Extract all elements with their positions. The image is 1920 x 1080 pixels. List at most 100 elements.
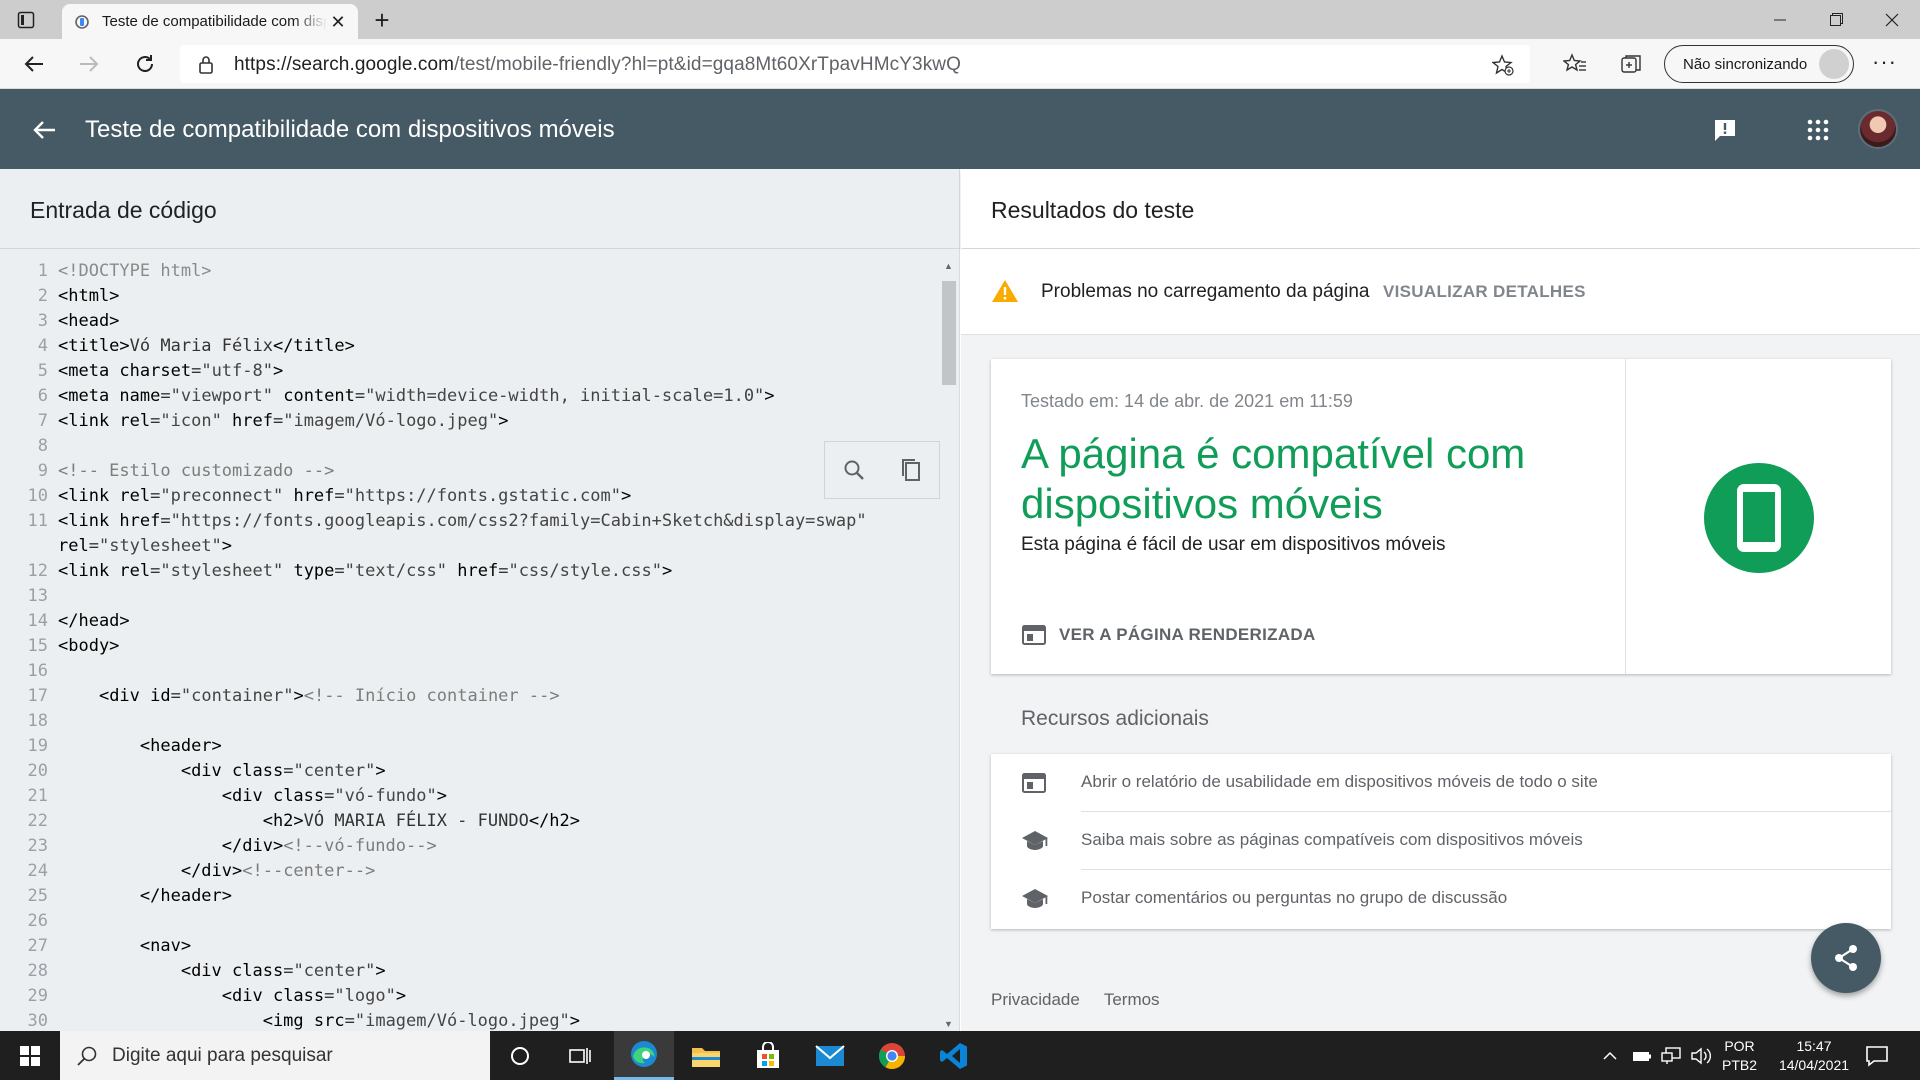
code-scrollbar[interactable]: ▲ ▼ [940, 259, 958, 1031]
copy-icon[interactable] [899, 457, 923, 483]
network-icon[interactable] [1660, 1031, 1682, 1080]
resource-item-discussion-group[interactable]: Postar comentários ou perguntas no grupo… [991, 870, 1891, 928]
input-language-indicator[interactable]: POR PTB2 [1722, 1037, 1757, 1075]
school-icon [1022, 831, 1048, 850]
add-favorite-icon[interactable] [1492, 54, 1514, 76]
edge-browser-icon[interactable] [614, 1031, 674, 1080]
code-token: class [272, 986, 325, 1006]
cortana-icon[interactable] [490, 1031, 550, 1080]
close-window-icon[interactable] [1864, 0, 1920, 39]
code-line: 16 [0, 659, 940, 684]
task-view-icon[interactable] [550, 1031, 610, 1080]
apps-grid-icon[interactable] [1803, 115, 1833, 145]
code-token: > [395, 986, 407, 1006]
restore-icon[interactable] [1808, 0, 1864, 39]
terms-link[interactable]: Termos [1104, 990, 1160, 1010]
view-details-link[interactable]: VISUALIZAR DETALHES [1383, 282, 1586, 302]
code-token: = [170, 686, 181, 706]
mail-icon[interactable] [800, 1031, 860, 1080]
code-token: > [221, 536, 233, 556]
tab-close-icon[interactable]: ✕ [328, 12, 348, 32]
share-button[interactable] [1811, 923, 1881, 993]
start-button[interactable] [0, 1031, 60, 1080]
battery-icon[interactable] [1632, 1031, 1652, 1080]
view-rendered-page-link[interactable]: VER A PÁGINA RENDERIZADA [1021, 624, 1316, 646]
line-number: 28 [27, 961, 48, 981]
code-pane-title: Entrada de código [30, 197, 217, 223]
taskbar-search[interactable]: Digite aqui para pesquisar [60, 1031, 490, 1080]
resource-label: Postar comentários ou perguntas no grupo… [1081, 888, 1508, 907]
code-toolbar [824, 441, 940, 499]
app-back-icon[interactable] [30, 115, 60, 145]
code-line: 25 </header> [0, 884, 940, 909]
code-line: 14 </head> [0, 609, 940, 634]
resource-item-learn-more[interactable]: Saiba mais sobre as páginas compatíveis … [991, 812, 1891, 870]
system-clock[interactable]: 15:47 14/04/2021 [1766, 1037, 1862, 1075]
line-number: 22 [27, 811, 48, 831]
notification-center-icon[interactable] [1864, 1043, 1890, 1069]
line-number: 4 [37, 336, 48, 356]
sync-status-button[interactable]: Não sincronizando [1664, 45, 1854, 83]
browser-menu-icon[interactable]: ··· [1872, 49, 1897, 75]
code-line: 22 <h2>VÓ MARIA FÉLIX - FUNDO</h2> [0, 809, 940, 834]
code-token: </title> [272, 336, 355, 356]
scroll-thumb[interactable] [942, 281, 956, 385]
vscode-icon[interactable] [924, 1031, 984, 1080]
feedback-icon[interactable] [1710, 115, 1740, 145]
page-title: Teste de compatibilidade com dispositivo… [85, 116, 615, 143]
code-token: = [354, 386, 366, 406]
code-editor[interactable]: 1 <!DOCTYPE html> 2 <html> 3 <head> 4 <title>Vó… [0, 259, 940, 1031]
code-token: name [119, 386, 161, 406]
scroll-down-icon[interactable]: ▼ [944, 1019, 953, 1029]
resource-item-usability-report[interactable]: Abrir o relatório de usabilidade em disp… [991, 754, 1891, 812]
code-line: 3 <head> [0, 309, 940, 334]
privacy-link[interactable]: Privacidade [991, 990, 1080, 1010]
code-token: Vó Maria Félix [129, 336, 273, 356]
code-token: <link [58, 511, 120, 531]
favorites-icon[interactable] [1560, 49, 1590, 79]
microsoft-store-icon[interactable] [738, 1031, 798, 1080]
code-token: = [273, 411, 284, 431]
address-bar[interactable]: https://search.google.com/test/mobile-fr… [180, 45, 1530, 83]
code-token: = [88, 536, 99, 556]
line-number: 8 [37, 436, 48, 456]
new-tab-icon[interactable]: + [368, 6, 396, 34]
line-number: 13 [27, 586, 48, 606]
code-token: "https://fonts.googleapis.com/css2?famil… [170, 511, 867, 531]
code-line: 13 [0, 584, 940, 609]
chrome-icon[interactable] [862, 1031, 922, 1080]
code-token: = [498, 561, 509, 581]
search-icon[interactable] [842, 458, 866, 482]
minimize-icon[interactable] [1752, 0, 1808, 39]
collections-icon[interactable] [1616, 49, 1646, 79]
code-token: > [436, 786, 447, 806]
code-line: 18 [0, 709, 940, 734]
windows-logo-icon [20, 1045, 40, 1066]
code-token: "container" [180, 686, 294, 706]
line-number: 24 [27, 861, 48, 881]
refresh-icon[interactable] [130, 49, 160, 79]
browser-tab-strip: Teste de compatibilidade com dispositivo… [0, 0, 1920, 39]
tab-actions-icon[interactable] [14, 8, 38, 32]
line-number: 12 [27, 561, 48, 581]
code-line: 2 <html> [0, 284, 940, 309]
browser-tab-active[interactable]: Teste de compatibilidade com dispositivo… [62, 4, 358, 39]
show-hidden-icons[interactable] [1602, 1031, 1618, 1080]
line-number: 29 [27, 986, 48, 1006]
results-title: Resultados do teste [991, 197, 1195, 223]
account-avatar[interactable] [1858, 109, 1898, 149]
code-token: "icon" [160, 411, 233, 431]
code-token: "stylesheet" [98, 536, 222, 556]
code-token: "text/css" [344, 561, 458, 581]
back-icon[interactable] [19, 49, 49, 79]
code-token: = [324, 986, 335, 1006]
volume-icon[interactable] [1690, 1031, 1712, 1080]
forward-icon[interactable] [74, 49, 104, 79]
code-token: = [334, 486, 345, 506]
file-explorer-icon[interactable] [676, 1031, 736, 1080]
code-token: rel [119, 411, 151, 431]
scroll-up-icon[interactable]: ▲ [944, 261, 953, 271]
code-token: > [569, 1011, 581, 1031]
